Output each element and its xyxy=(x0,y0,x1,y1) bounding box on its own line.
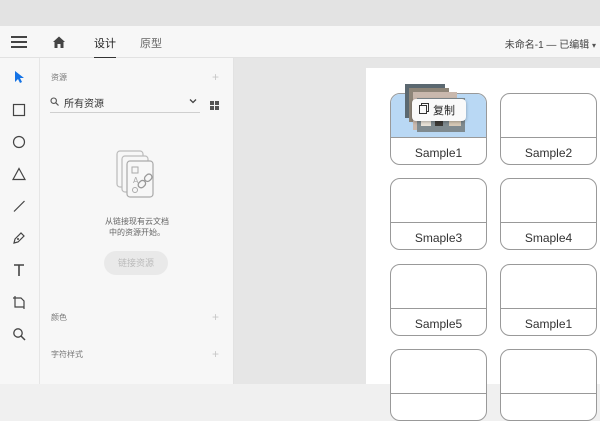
assets-title: 资源 xyxy=(51,73,67,82)
card-image-area xyxy=(391,265,486,309)
grid-view-icon[interactable] xyxy=(210,97,219,115)
card-smaple3[interactable]: Smaple3 xyxy=(390,178,487,250)
card-label: Smaple4 xyxy=(524,231,573,245)
rectangle-tool-icon[interactable] xyxy=(10,101,28,119)
tab-prototype[interactable]: 原型 xyxy=(140,35,162,51)
copy-tooltip: 复制 xyxy=(412,99,466,121)
linked-assets-illustration-icon: A xyxy=(114,148,164,211)
card-image-area xyxy=(391,179,486,223)
tab-design[interactable]: 设计 xyxy=(94,35,116,59)
window-titlebar xyxy=(0,0,600,26)
home-icon[interactable] xyxy=(51,34,67,50)
empty-assets-message: 从链接现有云文档 中的资源开始。 xyxy=(105,217,169,237)
card-smaple4[interactable]: Smaple4 xyxy=(500,178,597,250)
card-image-area xyxy=(501,179,596,223)
card-image-area xyxy=(391,350,486,394)
colors-section-title: 颜色 xyxy=(51,313,67,322)
menu-icon[interactable] xyxy=(11,36,27,48)
chevron-down-icon xyxy=(188,96,198,109)
card-image-area xyxy=(501,265,596,309)
add-color-icon[interactable]: + xyxy=(212,311,219,323)
line-tool-icon[interactable] xyxy=(10,197,28,215)
polygon-tool-icon[interactable] xyxy=(10,165,28,183)
card-label: Sample5 xyxy=(414,317,463,331)
card-label: Sample2 xyxy=(524,146,573,160)
assets-filter-value: 所有资源 xyxy=(64,99,104,110)
artboard-tool-icon[interactable] xyxy=(10,293,28,311)
card-sample1-copy[interactable]: Sample1 xyxy=(500,264,597,336)
search-icon xyxy=(50,97,59,109)
zoom-tool-icon[interactable] xyxy=(10,325,28,343)
app-header: 设计 原型 未命名-1 — 已编辑 ▾ xyxy=(0,26,600,59)
select-tool-icon[interactable] xyxy=(10,68,28,86)
assets-panel: 资源 + 所有资源 A 从链接现有云文档 中的资源开始。 链接资源 颜色 + 字… xyxy=(40,58,234,384)
add-character-style-icon[interactable]: + xyxy=(212,348,219,360)
card-label: Smaple3 xyxy=(414,231,463,245)
card-image-area xyxy=(501,350,596,394)
text-tool-icon[interactable] xyxy=(10,261,28,279)
card-label: Sample1 xyxy=(414,146,463,160)
card-partial-left[interactable] xyxy=(390,349,487,421)
add-asset-icon[interactable]: + xyxy=(212,71,219,83)
card-label: Sample1 xyxy=(524,317,573,331)
card-sample2[interactable]: Sample2 xyxy=(500,93,597,165)
copy-icon xyxy=(419,103,429,117)
pen-tool-icon[interactable] xyxy=(10,229,28,247)
copy-tooltip-label: 复制 xyxy=(433,105,455,117)
card-partial-right[interactable] xyxy=(500,349,597,421)
tool-bar xyxy=(0,58,40,384)
document-title[interactable]: 未命名-1 — 已编辑 ▾ xyxy=(505,36,596,51)
ellipse-tool-icon[interactable] xyxy=(10,133,28,151)
card-sample5[interactable]: Sample5 xyxy=(390,264,487,336)
character-styles-section-title: 字符样式 xyxy=(51,350,83,359)
card-image-area xyxy=(501,94,596,138)
assets-filter-select[interactable]: 所有资源 xyxy=(50,93,200,113)
link-assets-button[interactable]: 链接资源 xyxy=(104,251,168,275)
